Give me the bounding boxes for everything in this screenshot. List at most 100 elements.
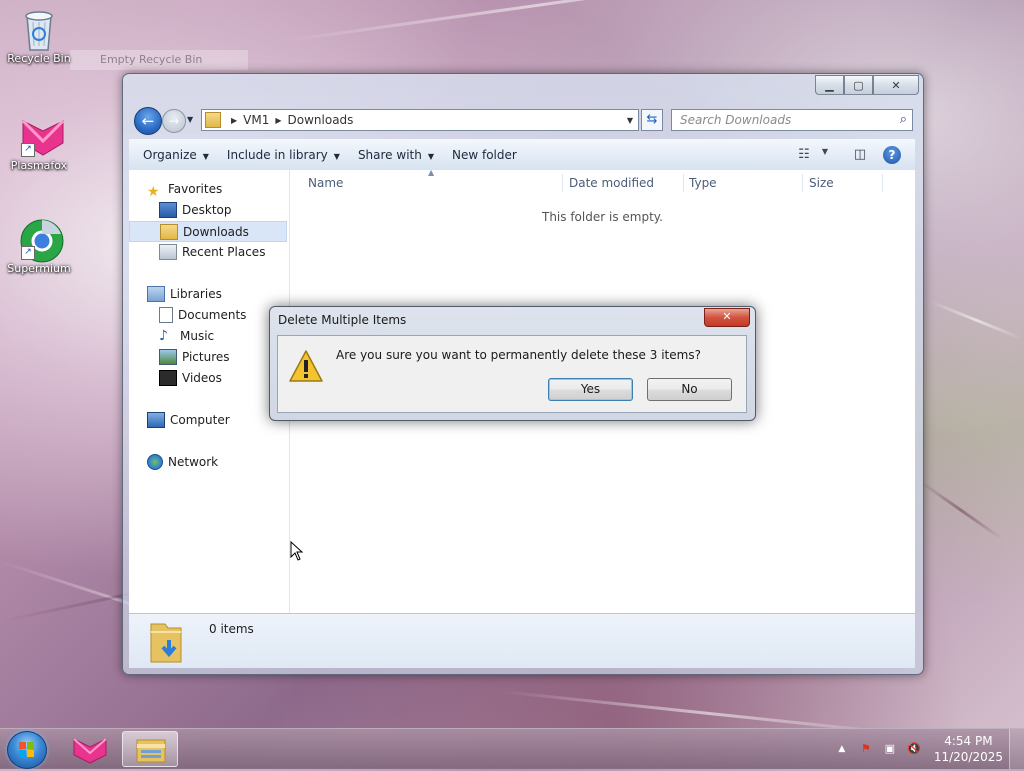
recent-places-icon [159, 243, 177, 260]
clock[interactable]: 4:54 PM 11/20/2025 [934, 733, 1003, 765]
volume-muted-icon[interactable]: 🔇 [906, 741, 922, 757]
desktop-icon-label: Recycle Bin [7, 52, 71, 65]
back-arrow-icon: ← [141, 112, 155, 130]
dialog-message: Are you sure you want to permanently del… [336, 348, 701, 362]
refresh-button[interactable]: ⇆ [641, 109, 663, 131]
new-folder-button[interactable]: New folder [446, 148, 529, 162]
taskbar-windows-explorer[interactable] [122, 731, 178, 767]
star-icon: ★ [147, 183, 160, 200]
address-bar[interactable]: ▶ VM1 ▶ Downloads ▼ [201, 109, 639, 131]
forward-button[interactable]: → [162, 109, 186, 133]
sort-ascending-icon: ▲ [428, 168, 435, 177]
search-placeholder: Search Downloads [680, 113, 792, 127]
change-view-icon[interactable]: ☷ [795, 147, 813, 163]
windows-logo-icon [19, 742, 34, 757]
column-divider[interactable] [562, 174, 563, 192]
column-header-date-modified[interactable]: Date modified [569, 176, 654, 190]
dialog-close-button[interactable]: ✕ [704, 308, 750, 327]
breadcrumb-separator-icon[interactable]: ▶ [275, 116, 281, 125]
share-with-button[interactable]: Share with ▼ [352, 148, 446, 162]
column-divider[interactable] [802, 174, 803, 192]
minimize-button[interactable]: ▁ [815, 75, 844, 95]
navigation-pane: ★ Favorites Desktop Downloads Recent Plac… [129, 170, 290, 613]
desktop-icon-plasmafox[interactable]: ↗ Plasmafox [1, 115, 77, 172]
nav-label: Documents [178, 308, 247, 322]
recent-pages-dropdown[interactable]: ▼ [187, 115, 193, 124]
wallpaper-streak [929, 300, 1024, 341]
column-label: Size [809, 176, 834, 190]
refresh-icon: ⇆ [646, 112, 658, 127]
address-dropdown-icon[interactable]: ▼ [627, 116, 633, 125]
pictures-icon [159, 348, 177, 365]
supermium-icon: ↗ [19, 218, 64, 263]
view-controls: ☷ ▼ ◫ ? [787, 145, 915, 164]
nav-libraries[interactable]: Libraries [129, 284, 305, 305]
show-desktop-button[interactable] [1009, 729, 1024, 769]
yes-button[interactable]: Yes [548, 378, 633, 401]
column-header-type[interactable]: Type [689, 176, 717, 190]
breadcrumb-downloads[interactable]: Downloads [288, 113, 354, 127]
search-icon[interactable]: ⌕ [900, 110, 907, 130]
nav-favorites[interactable]: ★ Favorites [129, 179, 305, 200]
close-button[interactable]: ✕ [873, 75, 919, 95]
chevron-down-icon: ▼ [333, 151, 340, 161]
network-icon[interactable]: ▣ [882, 741, 898, 757]
organize-label: Organize [143, 147, 197, 162]
close-icon: ✕ [891, 78, 901, 92]
back-button[interactable]: ← [134, 107, 162, 135]
clock-time: 4:54 PM [944, 734, 993, 748]
search-input[interactable]: Search Downloads ⌕ [671, 109, 913, 131]
nav-label: Videos [182, 371, 222, 385]
nav-label: Recent Places [182, 245, 266, 259]
details-pane: 0 items [129, 613, 915, 668]
view-options-dropdown-icon[interactable]: ▼ [821, 147, 829, 163]
wallpaper-streak [279, 0, 796, 43]
breadcrumb-separator-icon[interactable]: ▶ [231, 116, 237, 125]
forward-arrow-icon: → [168, 114, 180, 128]
chevron-down-icon: ▼ [427, 151, 434, 161]
recycle-bin-icon [19, 8, 59, 51]
nav-network[interactable]: Network [129, 452, 305, 473]
film-strip-icon [159, 369, 177, 386]
shortcut-arrow-icon: ↗ [21, 143, 35, 157]
wallpaper-streak [919, 480, 1003, 541]
preview-pane-icon[interactable]: ◫ [851, 147, 869, 163]
desktop-icon-supermium[interactable]: ↗ Supermium [1, 218, 77, 275]
plasmafox-icon [73, 738, 107, 764]
action-center-flag-icon[interactable]: ⚑ [858, 741, 874, 757]
libraries-icon [147, 285, 165, 302]
desktop-icon-recycle-bin[interactable]: Recycle Bin [1, 8, 77, 65]
breadcrumb-vm1[interactable]: VM1 [243, 113, 269, 127]
folder-icon [136, 739, 166, 763]
column-header-size[interactable]: Size [809, 176, 834, 190]
dialog-body: Are you sure you want to permanently del… [277, 335, 747, 413]
include-in-library-label: Include in library [226, 147, 328, 162]
include-in-library-button[interactable]: Include in library ▼ [221, 148, 352, 162]
column-label: Type [689, 176, 717, 190]
nav-desktop[interactable]: Desktop [129, 200, 317, 221]
show-hidden-icons-icon[interactable]: ▲ [834, 741, 850, 757]
dialog-title: Delete Multiple Items [278, 313, 407, 327]
no-button[interactable]: No [647, 378, 732, 401]
maximize-icon: ▢ [853, 78, 864, 92]
context-menu-ghost: Empty Recycle Bin [70, 50, 248, 70]
warning-icon [288, 349, 324, 383]
nav-downloads[interactable]: Downloads [129, 221, 287, 242]
column-divider[interactable] [882, 174, 883, 192]
column-header-name[interactable]: Name [308, 176, 343, 190]
plasmafox-icon: ↗ [19, 115, 65, 157]
nav-label: Desktop [182, 203, 232, 217]
nav-recent-places[interactable]: Recent Places [129, 242, 317, 263]
nav-label: Favorites [168, 182, 223, 196]
start-button[interactable] [7, 731, 47, 769]
navigation-bar: ← → ▼ ▶ VM1 ▶ Downloads ▼ ⇆ Search Downl… [131, 106, 915, 136]
column-label: Name [308, 176, 344, 190]
minimize-icon: ▁ [825, 78, 834, 92]
organize-button[interactable]: Organize ▼ [129, 148, 221, 162]
clock-date: 11/20/2025 [933, 750, 1003, 764]
taskbar-plasmafox[interactable] [62, 731, 118, 767]
item-count: 0 items [209, 622, 254, 636]
help-icon[interactable]: ? [883, 145, 901, 164]
column-divider[interactable] [683, 174, 684, 192]
maximize-button[interactable]: ▢ [844, 75, 873, 95]
